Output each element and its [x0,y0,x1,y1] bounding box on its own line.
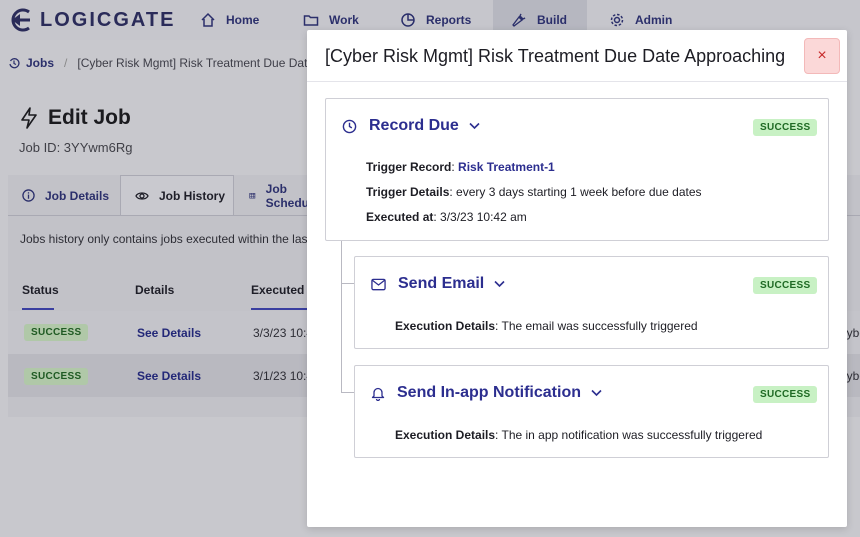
logo[interactable]: LOGICGATE [8,8,175,32]
modal-header: [Cyber Risk Mgmt] Risk Treatment Due Dat… [307,30,847,82]
nav-reports-label: Reports [426,13,472,27]
step-title-record-due: Record Due [369,117,459,134]
tab-job-details-label: Job Details [45,188,110,203]
execution-details-line: Execution Details: The in app notificati… [395,428,763,442]
nav-home[interactable]: Home [200,0,280,40]
job-id: Job ID: 3YYwm6Rg [19,140,133,155]
step-header[interactable]: Send In-app Notification [371,384,602,402]
nav-build-label: Build [537,13,567,27]
status-badge: SUCCESS [753,386,818,403]
trigger-details-line: Trigger Details: every 3 days starting 1… [366,185,702,199]
trigger-details-value: every 3 days starting 1 week before due … [456,185,702,199]
sort-indicator-executed [251,308,307,310]
execution-details-label: Execution Details [395,428,496,442]
job-history-modal: [Cyber Risk Mgmt] Risk Treatment Due Dat… [307,30,847,527]
lightning-icon [21,107,37,129]
step-title-send-notification: Send In-app Notification [397,384,581,401]
bell-icon [371,387,385,401]
column-header-details[interactable]: Details [135,283,174,297]
close-button[interactable]: × [804,38,840,74]
execution-details-line: Execution Details: The email was success… [395,319,698,333]
trigger-record-line: Trigger Record: Risk Treatment-1 [366,160,555,174]
status-badge: SUCCESS [753,277,818,294]
modal-title: [Cyber Risk Mgmt] Risk Treatment Due Dat… [325,46,786,66]
nav-admin-label: Admin [635,13,673,27]
see-details-link[interactable]: See Details [137,326,201,340]
step-send-email: Send Email SUCCESS Execution Details: Th… [354,256,829,349]
trigger-details-label: Trigger Details [366,185,450,199]
breadcrumb-separator: / [64,56,68,70]
trigger-record-label: Trigger Record [366,160,452,174]
step-header[interactable]: Record Due [342,117,480,135]
calendar-icon [249,193,256,199]
folder-icon [303,15,319,26]
clock-icon [342,119,357,133]
envelope-icon [371,278,386,290]
nav-work-label: Work [329,13,359,27]
eye-icon [135,192,149,200]
chevron-down-icon[interactable] [469,122,480,130]
page-title: Edit Job [48,106,131,129]
tab-job-history[interactable]: Job History [120,175,234,216]
logo-mark-icon [11,8,30,32]
trigger-record-link[interactable]: Risk Treatment-1 [458,160,555,174]
home-icon [201,12,215,27]
chevron-down-icon[interactable] [591,389,602,397]
history-icon [9,58,20,69]
execution-details-value: The email was successfully triggered [501,319,698,333]
page-title-row: Edit Job [20,106,131,130]
gear-icon [610,13,624,27]
status-badge: SUCCESS [753,119,818,136]
nav-home-label: Home [226,13,260,27]
tree-connector [341,241,342,393]
status-badge: SUCCESS [24,368,89,385]
executed-on-cell: 3/3/23 10:42 am [253,326,307,340]
step-header[interactable]: Send Email [371,275,505,293]
tab-job-details[interactable]: Job Details [8,175,120,216]
step-title-send-email: Send Email [398,275,485,292]
tree-connector [341,283,355,284]
executed-at-label: Executed at [366,210,434,224]
see-details-link[interactable]: See Details [137,369,201,383]
column-header-executed[interactable]: Executed on [251,283,307,297]
executed-at-value: 3/3/23 10:42 am [440,210,527,224]
column-header-status[interactable]: Status [22,283,59,297]
step-record-due: Record Due SUCCESS Trigger Record: Risk … [325,98,829,241]
wrench-icon [512,13,526,27]
status-badge: SUCCESS [24,324,89,341]
info-icon [22,189,35,202]
logo-text: LOGICGATE [40,8,176,31]
pie-chart-icon [401,13,415,27]
executed-at-line: Executed at: 3/3/23 10:42 am [366,210,527,224]
step-send-notification: Send In-app Notification SUCCESS Executi… [354,365,829,458]
executed-on-cell: 3/1/23 10:42 am [253,369,307,383]
execution-details-label: Execution Details [395,319,496,333]
execution-details-value: The in app notification was successfully… [501,428,763,442]
sort-indicator-status [22,308,54,310]
tree-connector [341,392,355,393]
close-icon: × [817,47,827,64]
breadcrumb-jobs[interactable]: Jobs [26,56,54,70]
chevron-down-icon[interactable] [494,280,505,288]
history-note: Jobs history only contains jobs executed… [20,232,311,246]
tab-job-history-label: Job History [159,189,226,203]
